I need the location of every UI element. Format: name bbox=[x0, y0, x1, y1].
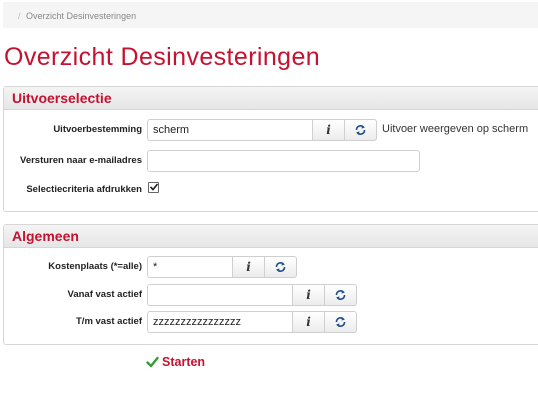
tm-refresh-button[interactable] bbox=[325, 311, 357, 333]
algemeen-panel: Algemeen Kostenplaats (*=alle) i Vanaf v… bbox=[3, 224, 538, 345]
tm-input[interactable] bbox=[147, 311, 293, 333]
kostenplaats-row: Kostenplaats (*=alle) i bbox=[4, 256, 538, 278]
vanaf-label: Vanaf vast actief bbox=[67, 289, 142, 300]
refresh-icon bbox=[335, 317, 346, 327]
breadcrumb-current[interactable]: Overzicht Desinvesteringen bbox=[26, 11, 136, 21]
uitvoerselectie-panel: Uitvoerselectie Uitvoerbestemming i Uitv… bbox=[3, 86, 538, 212]
kostenplaats-refresh-button[interactable] bbox=[265, 256, 297, 278]
selectiecriteria-label: Selectiecriteria afdrukken bbox=[26, 184, 142, 195]
uitvoerbestemming-refresh-button[interactable] bbox=[345, 119, 377, 141]
email-label: Versturen naar e-mailadres bbox=[20, 155, 142, 166]
selectiecriteria-row: Selectiecriteria afdrukken bbox=[4, 180, 538, 202]
email-input[interactable] bbox=[147, 150, 420, 172]
info-icon: i bbox=[306, 288, 311, 302]
tm-info-button[interactable]: i bbox=[293, 311, 325, 333]
vanaf-input[interactable] bbox=[147, 284, 293, 306]
uitvoerbestemming-label: Uitvoerbestemming bbox=[53, 124, 142, 135]
breadcrumb-separator: / bbox=[18, 11, 21, 21]
uitvoerbestemming-info-button[interactable]: i bbox=[313, 119, 345, 141]
uitvoerbestemming-input[interactable] bbox=[147, 119, 313, 141]
tm-label: T/m vast actief bbox=[76, 316, 142, 327]
refresh-icon bbox=[275, 262, 286, 272]
kostenplaats-label: Kostenplaats (*=alle) bbox=[48, 261, 142, 272]
tm-row: T/m vast actief i bbox=[4, 311, 538, 333]
start-button[interactable]: Starten bbox=[146, 355, 205, 369]
page-title: Overzicht Desinvesteringen bbox=[4, 43, 321, 71]
uitvoerbestemming-row: Uitvoerbestemming i Uitvoer weergeven op… bbox=[4, 119, 538, 141]
refresh-icon bbox=[355, 125, 366, 135]
email-row: Versturen naar e-mailadres bbox=[4, 150, 538, 172]
refresh-icon bbox=[335, 290, 346, 300]
vanaf-info-button[interactable]: i bbox=[293, 284, 325, 306]
checkmark-icon bbox=[146, 356, 159, 368]
checkmark-icon bbox=[149, 183, 159, 191]
start-label: Starten bbox=[162, 355, 206, 369]
uitvoerbestemming-description: Uitvoer weergeven op scherm bbox=[382, 123, 529, 135]
uitvoerselectie-header: Uitvoerselectie bbox=[4, 87, 538, 110]
vanaf-refresh-button[interactable] bbox=[325, 284, 357, 306]
info-icon: i bbox=[246, 260, 251, 274]
breadcrumb: / Overzicht Desinvesteringen bbox=[3, 2, 538, 28]
algemeen-header: Algemeen bbox=[4, 225, 538, 248]
kostenplaats-info-button[interactable]: i bbox=[233, 256, 265, 278]
info-icon: i bbox=[326, 123, 331, 137]
selectiecriteria-checkbox[interactable] bbox=[148, 182, 159, 193]
vanaf-row: Vanaf vast actief i bbox=[4, 284, 538, 306]
info-icon: i bbox=[306, 315, 311, 329]
kostenplaats-input[interactable] bbox=[147, 256, 233, 278]
